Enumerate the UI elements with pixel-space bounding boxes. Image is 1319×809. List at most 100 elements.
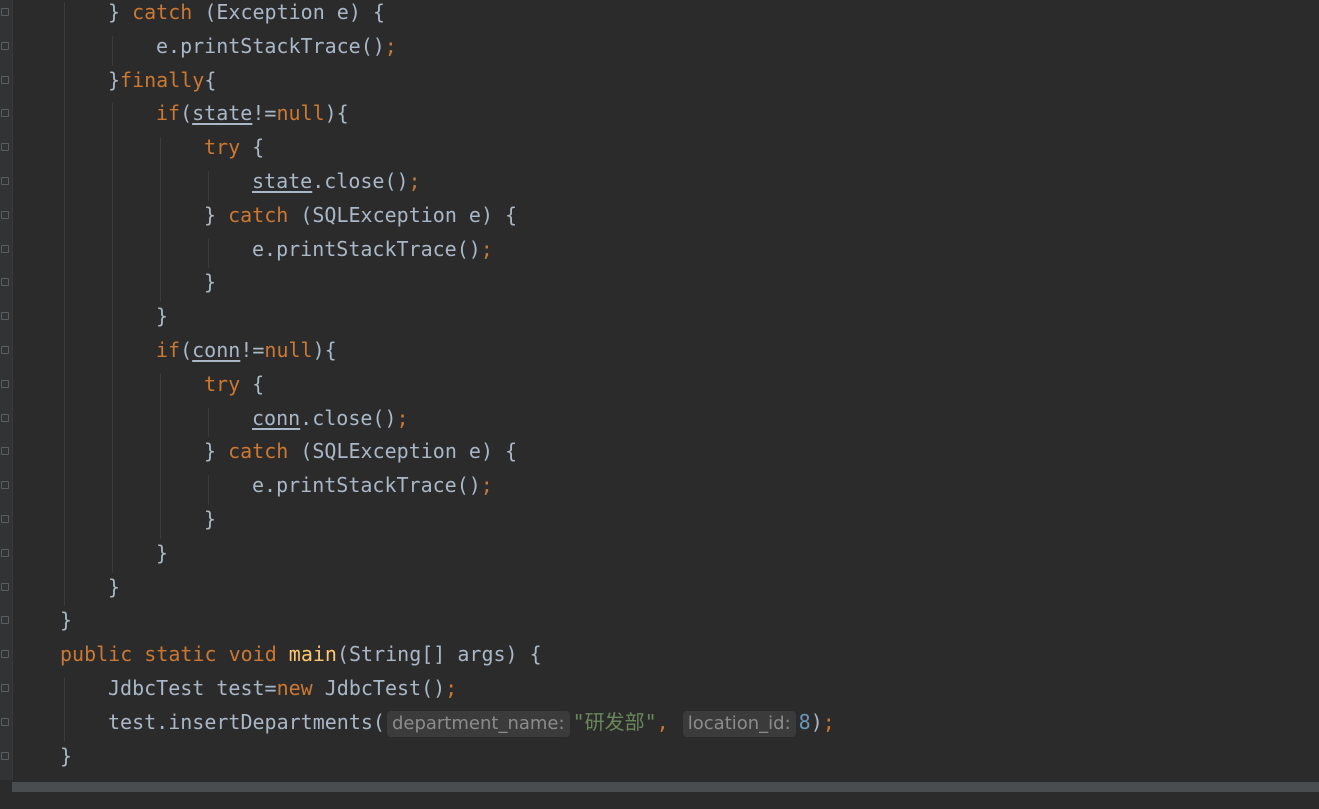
code-token: e.printStackTrace()	[252, 236, 481, 261]
fold-marker-icon[interactable]	[1, 447, 9, 456]
indent-guide	[64, 678, 65, 742]
fold-marker-icon[interactable]	[1, 515, 9, 523]
code-token-kw: catch	[228, 202, 289, 227]
code-token-kw: try	[204, 371, 241, 396]
code-token: JdbcTest()	[324, 676, 446, 700]
fold-marker-icon[interactable]	[1, 244, 9, 253]
fold-marker-icon[interactable]	[1, 582, 9, 591]
fold-marker-icon[interactable]	[1, 548, 9, 557]
indent-guide	[112, 103, 113, 573]
code-line[interactable]: } catch (Exception e) {	[108, 0, 385, 34]
code-token: }	[60, 608, 73, 633]
fold-marker-icon[interactable]	[1, 75, 9, 84]
code-token-kw: null	[264, 338, 313, 362]
code-token-kw: catch	[132, 0, 193, 24]
code-line[interactable]: conn.close();	[252, 406, 409, 440]
fold-marker-icon[interactable]	[1, 109, 9, 118]
fold-marker-icon[interactable]	[1, 650, 9, 659]
code-token-kw: ;	[396, 405, 409, 430]
code-token-field: conn	[252, 405, 301, 430]
code-token: }	[204, 507, 217, 531]
scrollbar-thumb[interactable]	[12, 782, 1319, 792]
fold-marker-icon[interactable]	[1, 751, 9, 760]
code-token: ){	[324, 101, 349, 126]
code-line[interactable]: }	[204, 507, 216, 541]
code-token: JdbcTest test=	[108, 676, 277, 700]
fold-marker-icon[interactable]	[1, 616, 9, 625]
code-line[interactable]: } catch (SQLException e) {	[204, 203, 517, 237]
code-token-kw: try	[204, 135, 241, 160]
code-line[interactable]: }	[60, 608, 72, 642]
indent-guide	[208, 238, 209, 269]
code-line[interactable]: test.insertDepartments(department_name: "…	[108, 710, 835, 744]
code-editor[interactable]: } catch (Exception e) {e.printStackTrace…	[0, 0, 1319, 809]
fold-marker-icon[interactable]	[1, 413, 9, 422]
code-token-kw: if	[156, 101, 181, 126]
code-line[interactable]: }	[60, 744, 72, 778]
code-line[interactable]: JdbcTest test=new JdbcTest();	[108, 676, 457, 710]
code-token: {	[240, 371, 265, 396]
code-token-kw: ;	[408, 169, 421, 193]
code-token: (	[180, 338, 193, 362]
horizontal-scrollbar[interactable]	[0, 780, 1319, 809]
code-token: }	[108, 0, 133, 24]
code-token: {	[240, 135, 265, 160]
code-token-kw: null	[276, 101, 325, 126]
code-token-kw: ,	[656, 709, 681, 734]
code-line[interactable]: }	[156, 541, 168, 575]
code-line[interactable]: public static void main(String[] args) {	[60, 642, 542, 676]
code-token-kw: finally	[120, 67, 205, 92]
code-line[interactable]: e.printStackTrace();	[252, 473, 493, 507]
indent-guide	[160, 373, 161, 539]
code-token: (String[] args) {	[336, 642, 542, 667]
fold-marker-icon[interactable]	[1, 210, 9, 219]
code-line[interactable]: state.close();	[252, 169, 421, 203]
fold-marker-icon[interactable]	[1, 684, 9, 692]
fold-marker-icon[interactable]	[1, 346, 9, 354]
code-token: e.printStackTrace()	[156, 33, 385, 58]
code-token: }	[204, 270, 217, 295]
code-line[interactable]: try {	[204, 135, 264, 169]
parameter-hint: location_id:	[682, 710, 796, 737]
code-token-kw: ;	[480, 236, 493, 261]
code-token: (	[180, 101, 193, 126]
code-token: (Exception e) {	[192, 0, 385, 24]
code-token-num: 8	[798, 709, 811, 734]
code-token: .close()	[312, 169, 409, 193]
code-line[interactable]: }	[204, 270, 216, 304]
code-line[interactable]: if(conn!=null){	[156, 338, 337, 372]
code-line[interactable]: }	[156, 304, 168, 338]
code-area[interactable]: } catch (Exception e) {e.printStackTrace…	[12, 0, 1319, 801]
code-line[interactable]: e.printStackTrace();	[156, 34, 397, 68]
fold-marker-icon[interactable]	[1, 8, 9, 16]
fold-marker-icon[interactable]	[1, 717, 9, 726]
code-token-kw: public static void	[60, 642, 289, 667]
fold-marker-icon[interactable]	[1, 379, 9, 388]
code-token: test.insertDepartments(	[108, 709, 385, 734]
fold-marker-icon[interactable]	[1, 177, 9, 185]
code-token: .close()	[300, 405, 397, 430]
code-token: }	[108, 67, 121, 92]
code-token: ){	[312, 338, 337, 362]
indent-guide	[208, 171, 209, 201]
code-line[interactable]: } catch (SQLException e) {	[204, 439, 517, 473]
code-token: }	[60, 743, 73, 768]
code-token-kw: catch	[228, 439, 289, 464]
fold-marker-icon[interactable]	[1, 312, 9, 321]
code-token-kw: if	[156, 338, 181, 362]
fold-marker-icon[interactable]	[1, 278, 9, 287]
code-token: }	[156, 304, 169, 329]
code-line[interactable]: e.printStackTrace();	[252, 237, 493, 271]
code-token-str: "研发部"	[572, 709, 657, 734]
code-token-field: state	[252, 169, 313, 193]
code-line[interactable]: }	[108, 575, 120, 609]
code-line[interactable]: if(state!=null){	[156, 101, 349, 135]
code-token: !=	[240, 338, 265, 362]
indent-guide	[208, 407, 209, 438]
code-line[interactable]: try {	[204, 372, 264, 406]
code-line[interactable]: }finally{	[108, 68, 216, 102]
code-token: }	[204, 439, 229, 464]
fold-marker-icon[interactable]	[1, 41, 9, 50]
fold-marker-icon[interactable]	[1, 481, 9, 490]
fold-marker-icon[interactable]	[1, 143, 9, 152]
